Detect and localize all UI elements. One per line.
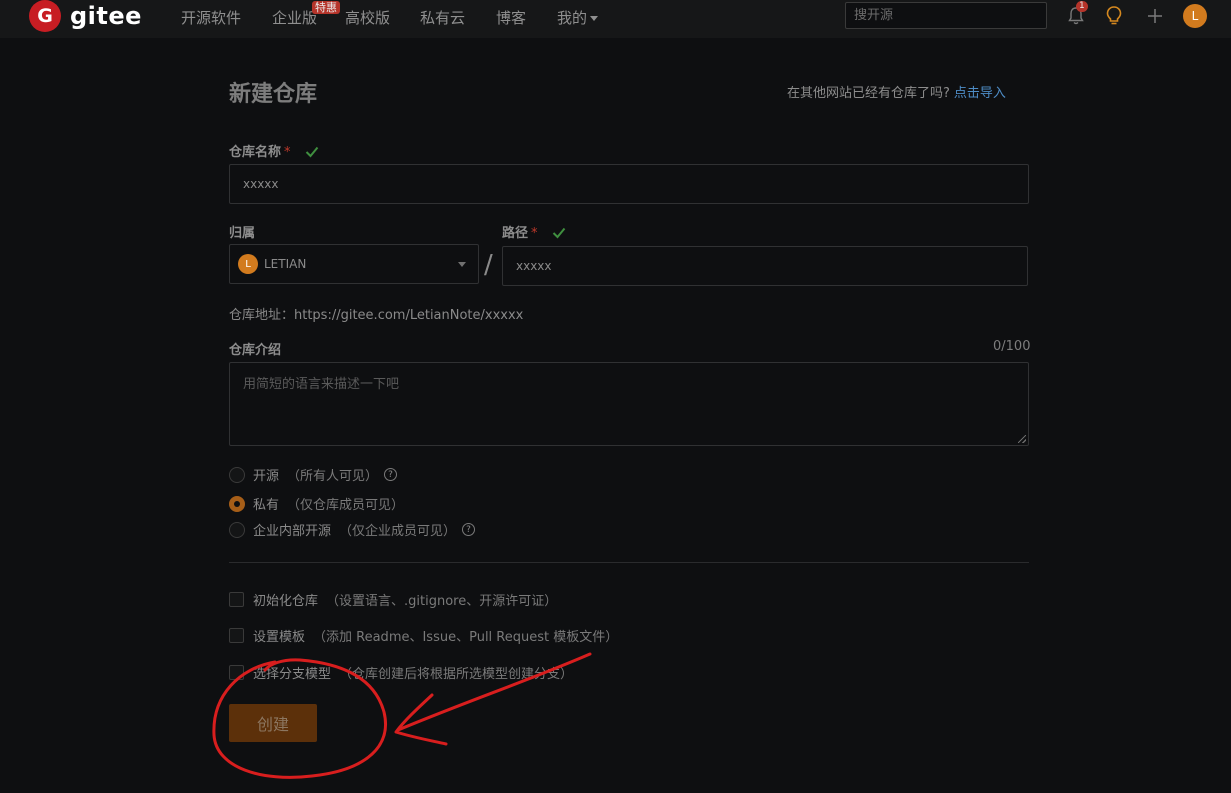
repo-name-input[interactable]: xxxxx xyxy=(229,164,1029,204)
radio-button[interactable] xyxy=(229,521,245,538)
owner-avatar: L xyxy=(238,254,258,274)
description-counter: 0/100 xyxy=(993,339,1031,354)
radio-button-selected[interactable] xyxy=(229,495,245,512)
path-input[interactable]: xxxxx xyxy=(502,246,1028,286)
visibility-label: 开源 xyxy=(253,469,280,484)
visibility-option-private[interactable]: 私有 （仅仓库成员可见） xyxy=(229,494,404,513)
option-note: （设置语言、.gitignore、开源许可证） xyxy=(326,594,558,609)
valid-check-icon xyxy=(305,146,319,158)
valid-check-icon xyxy=(552,227,566,239)
nav-enterprise[interactable]: 企业版 特惠 xyxy=(272,1,340,28)
add-button[interactable] xyxy=(1143,4,1167,28)
nav-mine-label: 我的 xyxy=(557,9,588,27)
nav-education[interactable]: 高校版 xyxy=(345,7,390,28)
notification-button[interactable]: 1 xyxy=(1064,1,1088,28)
visibility-note: （仅仓库成员可见） xyxy=(287,498,405,513)
required-mark: * xyxy=(284,145,291,160)
help-icon[interactable]: ? xyxy=(384,468,398,481)
page-title: 新建仓库 xyxy=(229,82,318,107)
owner-select-value: LETIAN xyxy=(264,257,307,271)
user-avatar[interactable]: L xyxy=(1183,4,1207,28)
checkbox[interactable] xyxy=(229,665,244,680)
nav-private-cloud[interactable]: 私有云 xyxy=(420,7,465,28)
visibility-note: （所有人可见） xyxy=(287,469,379,484)
nav-open-source[interactable]: 开源软件 xyxy=(181,7,241,28)
lightbulb-icon xyxy=(1106,6,1122,25)
checkbox[interactable] xyxy=(229,628,244,643)
option-label: 初始化仓库 xyxy=(253,594,319,609)
visibility-label: 私有 xyxy=(253,498,280,513)
visibility-option-internal[interactable]: 企业内部开源 （仅企业成员可见） ? xyxy=(229,520,476,539)
description-placeholder: 用简短的语言来描述一下吧 xyxy=(243,377,400,392)
repo-url: 仓库地址：https://gitee.com/LetianNote/xxxxx xyxy=(229,308,524,323)
path-separator: / xyxy=(484,250,493,280)
gitee-logo-icon: G xyxy=(29,0,61,32)
search-input[interactable] xyxy=(845,2,1047,29)
section-divider xyxy=(229,562,1029,563)
plus-icon xyxy=(1148,9,1162,23)
notification-count-badge: 1 xyxy=(1076,1,1088,12)
description-label: 仓库介绍 xyxy=(229,343,282,358)
required-mark: * xyxy=(531,226,538,241)
option-note: （仓库创建后将根据所选模型创建分支） xyxy=(339,667,574,682)
owner-select[interactable]: L LETIAN xyxy=(229,244,479,284)
repo-name-label-text: 仓库名称 xyxy=(229,145,282,160)
nav-blog[interactable]: 博客 xyxy=(496,7,526,28)
promo-badge: 特惠 xyxy=(312,1,340,14)
annotation-arrow-head xyxy=(394,693,448,746)
path-label: 路径 * xyxy=(502,222,566,241)
gitee-logo[interactable]: G gitee xyxy=(29,0,142,32)
option-label: 设置模板 xyxy=(253,630,306,645)
help-icon[interactable]: ? xyxy=(462,523,476,536)
visibility-label: 企业内部开源 xyxy=(253,524,332,539)
repo-name-label: 仓库名称 * xyxy=(229,141,319,160)
top-navbar: G gitee 开源软件 企业版 特惠 高校版 私有云 博客 我的 1 L xyxy=(0,0,1231,38)
lightbulb-button[interactable] xyxy=(1102,4,1126,28)
create-button[interactable]: 创建 xyxy=(229,704,317,742)
visibility-option-public[interactable]: 开源 （所有人可见） ? xyxy=(229,465,398,484)
nav-mine-dropdown[interactable]: 我的 xyxy=(557,7,599,28)
option-branch-model[interactable]: 选择分支模型 （仓库创建后将根据所选模型创建分支） xyxy=(229,663,573,682)
brand-name: gitee xyxy=(70,2,142,30)
import-hint: 在其他网站已经有仓库了吗? 点击导入 xyxy=(787,82,1006,101)
import-link[interactable]: 点击导入 xyxy=(954,86,1006,101)
chevron-down-icon xyxy=(590,16,599,21)
option-note: （添加 Readme、Issue、Pull Request 模板文件） xyxy=(313,630,619,645)
owner-label: 归属 xyxy=(229,226,256,241)
description-textarea[interactable]: 用简短的语言来描述一下吧 xyxy=(229,362,1029,446)
nav-enterprise-label: 企业版 xyxy=(272,9,318,27)
visibility-note: （仅企业成员可见） xyxy=(339,524,457,539)
option-label: 选择分支模型 xyxy=(253,667,332,682)
option-set-template[interactable]: 设置模板 （添加 Readme、Issue、Pull Request 模板文件） xyxy=(229,626,618,645)
import-hint-text: 在其他网站已经有仓库了吗? xyxy=(787,86,950,101)
option-init-repo[interactable]: 初始化仓库 （设置语言、.gitignore、开源许可证） xyxy=(229,590,557,609)
radio-button[interactable] xyxy=(229,466,245,483)
checkbox[interactable] xyxy=(229,592,244,607)
chevron-down-icon xyxy=(458,262,466,267)
resize-handle-icon[interactable] xyxy=(1018,435,1026,443)
path-label-text: 路径 xyxy=(502,226,529,241)
